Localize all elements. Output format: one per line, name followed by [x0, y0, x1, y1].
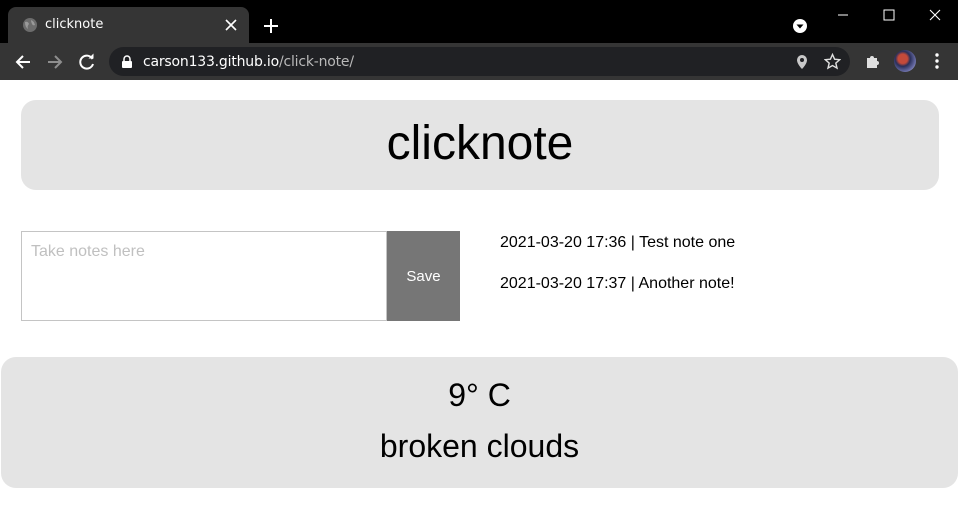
back-arrow-icon[interactable]	[13, 52, 33, 72]
note-item: 2021-03-20 17:36 | Test note one	[500, 234, 736, 251]
browser-titlebar: clicknote	[0, 0, 958, 43]
browser-toolbar: carson133.github.io/click-note/	[0, 43, 958, 80]
browser-tab[interactable]: clicknote	[8, 7, 249, 43]
window-maximize-button[interactable]	[866, 0, 912, 30]
url-host: carson133.github.io	[143, 54, 279, 70]
globe-icon	[23, 18, 37, 32]
tab-title: clicknote	[45, 17, 104, 32]
forward-arrow-icon[interactable]	[45, 52, 65, 72]
weather-temperature: 9° C	[448, 377, 511, 413]
tab-search-icon[interactable]	[792, 18, 808, 34]
reload-icon[interactable]	[77, 52, 97, 72]
weather-description: broken clouds	[379, 428, 580, 464]
maximize-icon	[883, 9, 895, 21]
location-pin-icon[interactable]	[795, 54, 809, 70]
window-minimize-button[interactable]	[820, 0, 866, 30]
close-tab-icon[interactable]	[224, 18, 238, 32]
address-bar[interactable]: carson133.github.io/click-note/	[109, 47, 850, 76]
bookmark-star-icon[interactable]	[824, 53, 841, 70]
window-close-button[interactable]	[912, 0, 958, 30]
close-icon	[929, 9, 941, 21]
notes-list: 2021-03-20 17:36 | Test note one 2021-03…	[500, 234, 735, 316]
extensions-puzzle-icon[interactable]	[864, 52, 882, 70]
new-tab-icon[interactable]	[262, 17, 280, 35]
save-button[interactable]: Save	[387, 231, 460, 321]
page-title: clicknote	[386, 117, 574, 170]
note-input[interactable]	[21, 231, 387, 321]
url-path: /click-note/	[278, 54, 354, 70]
profile-avatar[interactable]	[894, 50, 916, 72]
url-text: carson133.github.io/click-note/	[143, 54, 354, 70]
more-menu-icon[interactable]	[934, 53, 940, 69]
minimize-icon	[838, 14, 848, 16]
lock-icon[interactable]	[121, 55, 133, 68]
note-item: 2021-03-20 17:37 | Another note!	[500, 275, 735, 292]
header-box: clicknote	[21, 100, 939, 190]
weather-box: 9° C broken clouds	[1, 357, 958, 488]
